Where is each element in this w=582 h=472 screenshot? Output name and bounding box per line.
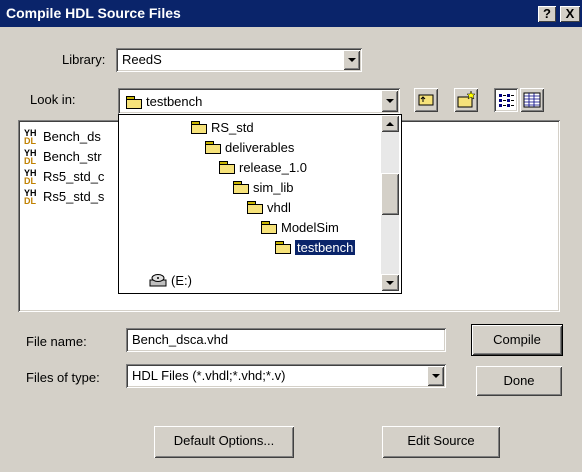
up-one-level-button[interactable] [414,88,438,112]
files-of-type-label: Files of type: [26,370,100,385]
tree-item-vhdl[interactable]: vhdl [247,197,291,217]
tree-item-sim-lib[interactable]: sim_lib [233,177,293,197]
dropdown-scrollbar[interactable] [381,115,399,291]
close-button[interactable]: X [560,6,580,22]
look-in-label: Look in: [30,92,76,107]
open-folder-icon [275,241,291,254]
details-view-button[interactable] [520,88,544,112]
file-item[interactable]: YH DL Bench_str [24,146,104,166]
files-of-type-dropdown[interactable]: HDL Files (*.vhdl;*.vhd;*.v) [126,364,446,388]
folder-icon [205,141,221,154]
file-item-name: Rs5_std_s [43,188,105,204]
selected-folder-label: testbench [293,238,357,256]
folder-icon [247,201,263,214]
folder-icon [261,221,277,234]
list-view-icon [499,94,514,107]
scroll-up-button[interactable] [381,115,399,132]
file-name-value: Bench_dsca.vhd [132,332,229,347]
tree-item-release[interactable]: release_1.0 [219,157,307,177]
default-options-button[interactable]: Default Options... [154,426,294,458]
library-dropdown[interactable]: ReedS [116,48,362,72]
files-of-type-dropdown-arrow[interactable] [427,366,444,386]
tree-item-deliverables[interactable]: deliverables [205,137,294,157]
library-value: ReedS [122,52,162,67]
details-view-icon [523,92,541,108]
folder-icon [219,161,235,174]
done-button[interactable]: Done [476,366,562,396]
vhdl-file-icon: YH DL [24,148,37,166]
library-label: Library: [62,52,106,67]
up-folder-icon [418,94,434,106]
look-in-dropdown-arrow[interactable] [381,90,398,112]
open-folder-icon [126,95,142,109]
scroll-down-button[interactable] [381,274,399,291]
vhdl-file-icon: YH DL [24,168,37,186]
compile-button[interactable]: Compile [471,324,563,356]
cd-drive-icon [149,274,167,287]
list-view-button[interactable] [494,88,518,112]
folder-icon [191,121,207,134]
tree-item-modelsim[interactable]: ModelSim [261,217,339,237]
vhdl-file-icon: YH DL [24,188,37,206]
tree-item-drive-e[interactable]: (E:) [149,270,192,290]
folder-icon [233,181,249,194]
scroll-thumb[interactable] [381,173,399,215]
tree-item-rs-std[interactable]: RS_std [191,117,254,137]
look-in-dropdown[interactable]: testbench [118,88,400,114]
help-button[interactable]: ? [538,6,556,22]
file-item-name: Bench_ds [43,128,101,144]
file-item[interactable]: YH DL Bench_ds [24,126,104,146]
file-name-input[interactable]: Bench_dsca.vhd [126,328,446,352]
library-dropdown-arrow[interactable] [343,50,360,70]
new-folder-button[interactable] [454,88,478,112]
file-item[interactable]: YH DL Rs5_std_s [24,186,104,206]
tree-item-testbench[interactable]: testbench [275,237,357,257]
new-folder-icon [457,90,476,108]
edit-source-button[interactable]: Edit Source [382,426,500,458]
file-list-items: YH DL Bench_ds YH DL Bench_str YH DL Rs5_st… [24,126,104,206]
files-of-type-value: HDL Files (*.vhdl;*.vhd;*.v) [132,368,286,383]
vhdl-file-icon: YH DL [24,128,37,146]
window-title: Compile HDL Source Files [6,5,181,21]
look-in-dropdown-list[interactable]: RS_std deliverables release_1.0 sim_lib … [118,114,402,294]
look-in-value: testbench [146,94,203,109]
file-item-name: Rs5_std_c [43,168,105,184]
file-item[interactable]: YH DL Rs5_std_c [24,166,104,186]
file-item-name: Bench_str [43,148,102,164]
file-name-label: File name: [26,334,87,349]
